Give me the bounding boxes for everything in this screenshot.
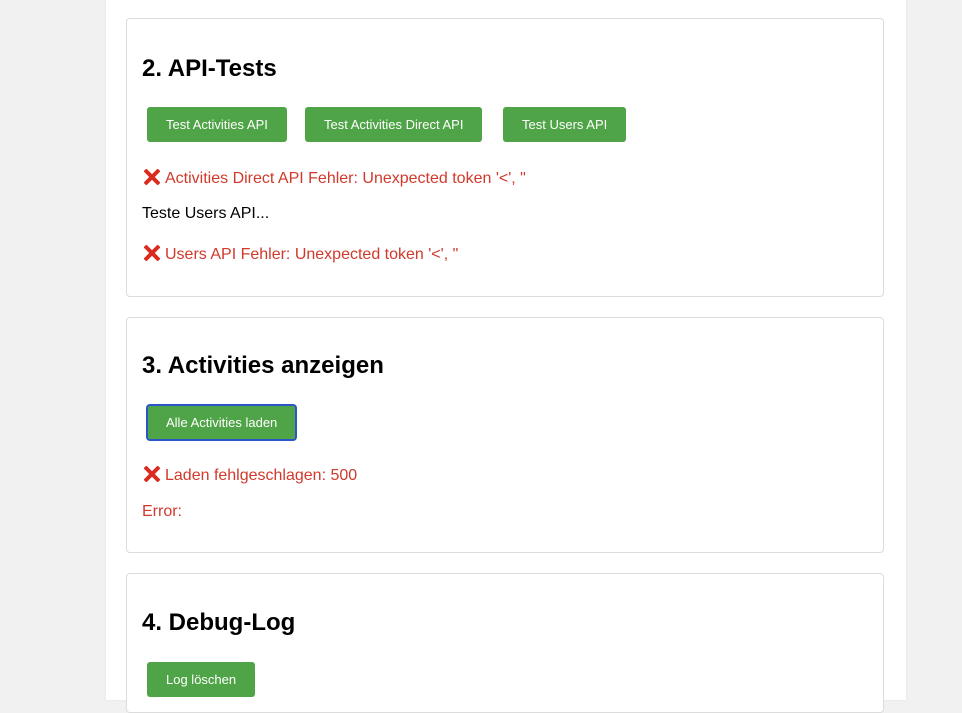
activities-direct-error-message: Activities Direct API Fehler: Unexpected… (142, 167, 526, 188)
cross-mark-icon (142, 167, 162, 187)
main-container: 2. API-Tests Test Activities API Test Ac… (106, 0, 906, 713)
test-activities-api-button[interactable]: Test Activities API (147, 107, 287, 142)
users-error-text: Users API Fehler: Unexpected token '<', … (165, 246, 459, 263)
error-label: Error: (142, 503, 182, 520)
activities-section: 3. Activities anzeigen Alle Activities l… (126, 317, 884, 553)
test-activities-direct-api-button[interactable]: Test Activities Direct API (305, 107, 483, 142)
load-error-text: Laden fehlgeschlagen: 500 (165, 467, 358, 484)
api-tests-section: 2. API-Tests Test Activities API Test Ac… (126, 18, 884, 297)
api-tests-heading: 2. API-Tests (142, 55, 277, 82)
load-error-message: Laden fehlgeschlagen: 500 (142, 464, 357, 485)
activities-heading: 3. Activities anzeigen (142, 352, 384, 379)
users-testing-message: Teste Users API... (142, 205, 270, 222)
test-users-api-button[interactable]: Test Users API (503, 107, 627, 142)
cross-mark-icon (142, 464, 162, 484)
load-all-activities-button[interactable]: Alle Activities laden (145, 404, 298, 441)
cross-mark-icon (142, 243, 162, 263)
users-error-message: Users API Fehler: Unexpected token '<', … (142, 243, 458, 264)
activities-direct-error-text: Activities Direct API Fehler: Unexpected… (165, 170, 526, 187)
debug-log-heading: 4. Debug-Log (142, 609, 296, 636)
debug-log-section: 4. Debug-Log Log löschen (126, 573, 884, 713)
